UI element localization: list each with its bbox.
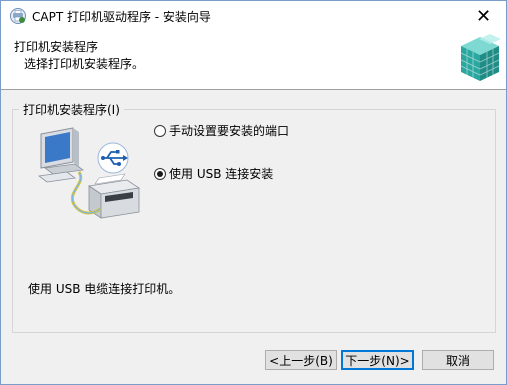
cancel-button[interactable]: 取消 (422, 350, 494, 370)
next-button[interactable]: 下一步(N)> (341, 350, 414, 370)
option-usb-install-label: 使用 USB 连接安装 (169, 167, 274, 181)
installer-window: CAPT 打印机驱动程序 - 安装向导 ✕ 打印机安装程序 选择打印机安装程序。… (0, 0, 507, 385)
close-icon: ✕ (475, 5, 492, 27)
title-bar: CAPT 打印机驱动程序 - 安装向导 ✕ (1, 1, 506, 31)
option-usb-install[interactable]: 使用 USB 连接安装 (154, 165, 273, 182)
groupbox-label: 打印机安装程序(I) (19, 101, 124, 118)
header-title: 打印机安装程序 (14, 40, 99, 54)
wizard-header: 打印机安装程序 选择打印机安装程序。 (1, 31, 506, 90)
usb-computer-printer-illustration (37, 127, 141, 219)
option-manual-port[interactable]: 手动设置要安装的端口 (154, 122, 289, 139)
back-button[interactable]: <上一步(B) (265, 350, 337, 370)
printer-driver-icon (10, 8, 26, 24)
header-subtitle: 选择打印机安装程序。 (24, 57, 145, 71)
window-title: CAPT 打印机驱动程序 - 安装向导 (32, 10, 211, 24)
radio-usb-install[interactable] (154, 167, 166, 180)
install-cube-icon (460, 34, 501, 81)
option-manual-port-label: 手动设置要安装的端口 (169, 124, 290, 138)
option-description: 使用 USB 电缆连接打印机。 (28, 282, 181, 296)
radio-manual-port[interactable] (154, 124, 166, 137)
close-button[interactable]: ✕ (461, 1, 506, 31)
